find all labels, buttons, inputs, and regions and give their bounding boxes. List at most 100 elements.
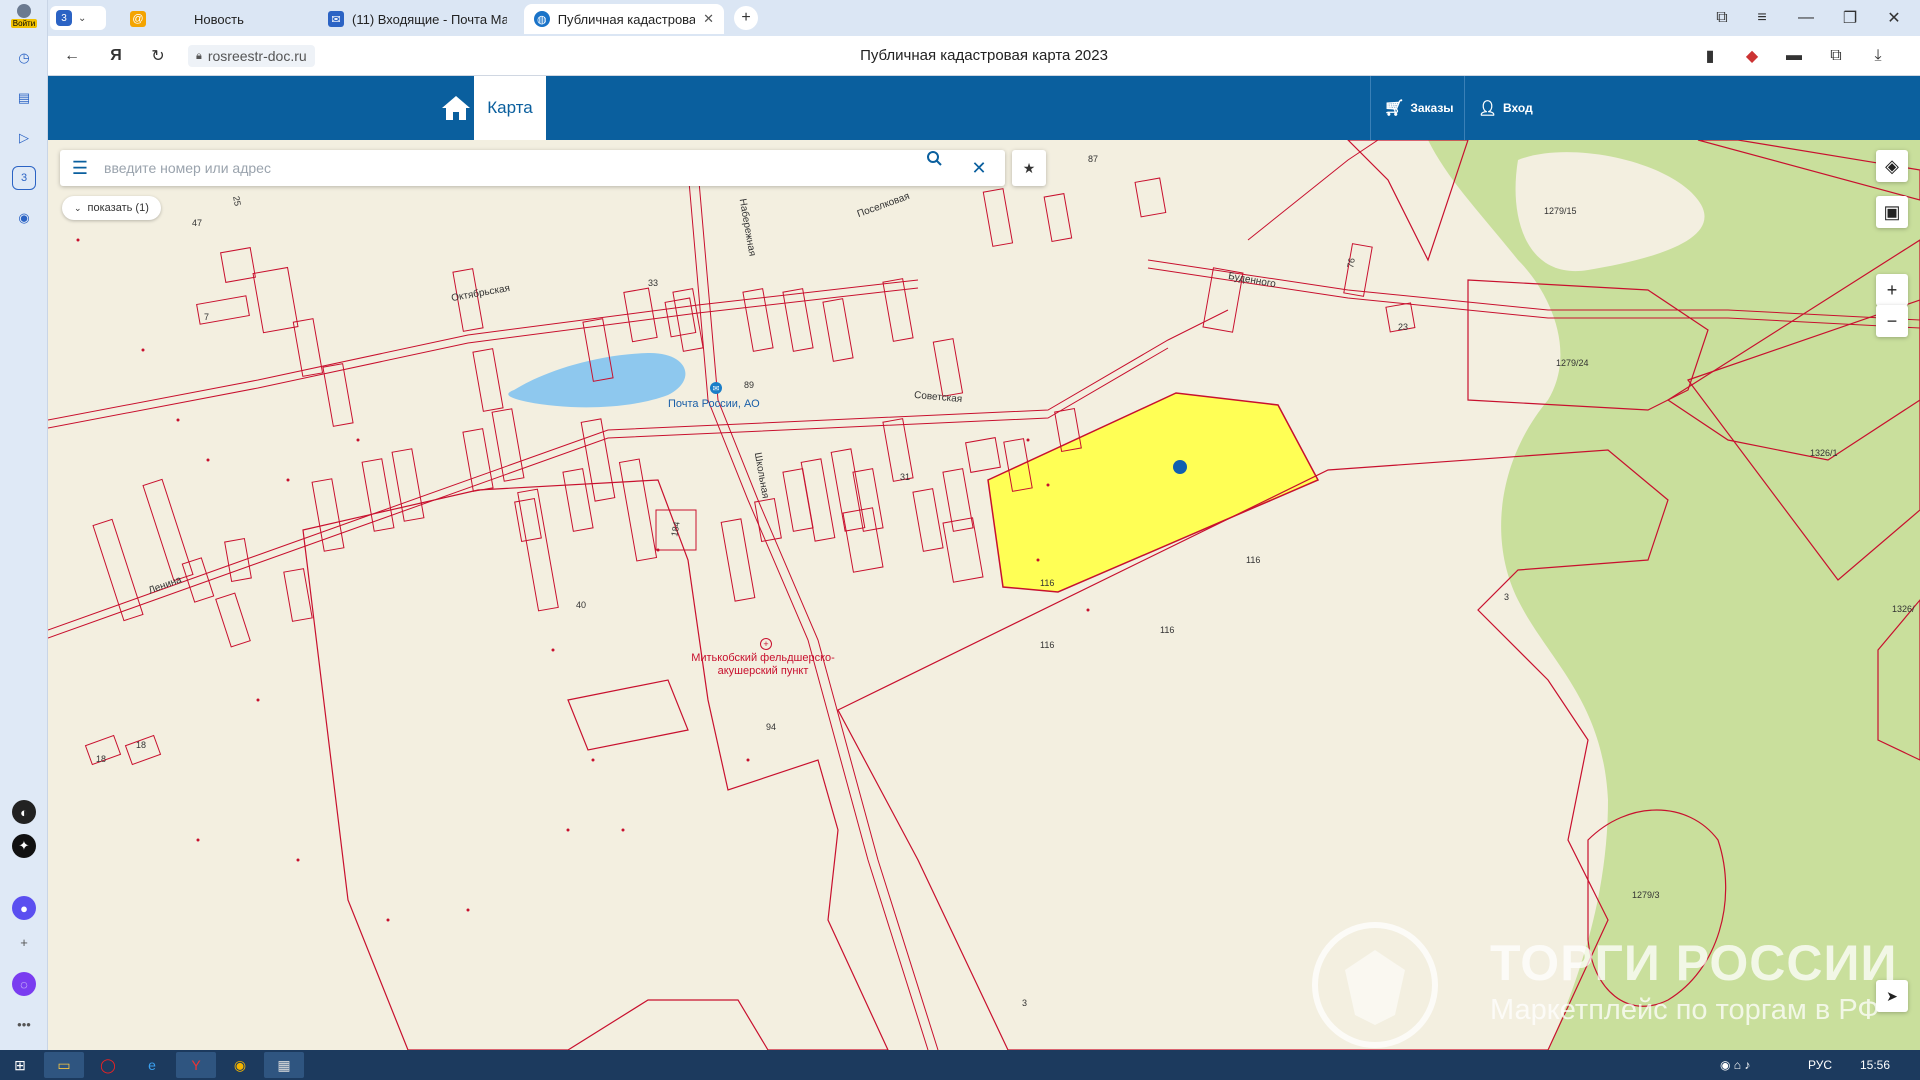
screenshot-icon[interactable]: ⧉ [1822,42,1850,70]
profile-avatar[interactable]: Войти [8,4,40,32]
house-number: 23 [1398,322,1409,332]
close-tab-icon[interactable]: ✕ [703,11,714,27]
tab-cadastral[interactable]: ◍ Публичная кадастрова ✕ [524,4,724,34]
site-header: Карта 🛒︎ Заказы 👤︎ Вход [48,76,1920,140]
forest-area [1428,140,1920,1050]
house-number: 33 [648,278,659,288]
selected-parcel [987,392,1320,593]
ie-icon[interactable]: e [132,1052,172,1078]
parcel-label: 116 [1040,578,1055,588]
parcel-label: 116 [1246,555,1261,565]
yandex-browser-icon[interactable]: Y [176,1052,216,1078]
parcel-label: 94 [766,722,777,732]
house-number: 25 [231,195,243,207]
protect-icon[interactable]: ▬ [1780,42,1808,70]
language-indicator[interactable]: РУС [1808,1058,1832,1072]
minimize-icon[interactable]: — [1792,4,1820,32]
taskbar: ⊞ ▭ ◯ e Y ◉ ▦ ◉ ⌂ ♪ РУС 15:56 [0,1050,1920,1080]
parcel-marker [1173,460,1187,474]
zoom-in-button[interactable]: + [1876,274,1908,306]
zoom-out-button[interactable]: − [1876,305,1908,337]
divider [1464,76,1465,140]
user-icon: 👤︎ [1478,100,1498,117]
explorer-icon[interactable]: ▭ [44,1052,84,1078]
camera-icon[interactable]: ◉ [12,206,36,230]
start-button[interactable]: ⊞ [0,1052,40,1078]
poi-label: Митькобский фельдшерско-акушерский пункт [691,652,835,677]
home-icon [442,96,470,120]
video-icon[interactable]: ▷ [12,126,36,150]
hospital-icon[interactable]: + [760,638,772,650]
sparkle-icon[interactable]: ✦ [12,834,36,858]
restore-icon[interactable]: ❐ [1836,4,1864,32]
layers-button[interactable]: ◈ [1876,150,1908,182]
cadastral-map[interactable]: Октябрьская Советская Ленина Набережная … [48,140,1920,1050]
menu-icon[interactable]: ☰ [60,150,100,186]
alice-icon[interactable]: ◐ [12,800,36,824]
orders-link[interactable]: 🛒︎ Заказы [1384,76,1454,140]
show-results-label: показать (1) [87,202,149,214]
map-type-button[interactable]: ▣ [1876,196,1908,228]
search-input[interactable] [104,156,924,180]
bookmark-icon[interactable]: ▮ [1696,42,1724,70]
watermark-title: ТОРГИ РОССИИ [1490,935,1898,991]
extension-icon[interactable]: ◆ [1738,42,1766,70]
add-panel-icon[interactable]: + [12,930,36,954]
tray-icons[interactable]: ◉ ⌂ ♪ [1720,1058,1750,1072]
opera-icon[interactable]: ◯ [88,1052,128,1078]
tab-news[interactable]: @ Новость [120,4,300,34]
map-icon: ▣ [1883,201,1901,222]
house-number: 31 [900,472,911,482]
show-results-button[interactable]: ⌄ показать (1) [62,196,161,220]
house-number: 87 [1088,154,1099,164]
tab-group-switcher[interactable]: 3 ⌄ [50,6,106,30]
watermark: ТОРГИ РОССИИ Маркетплейс по торгам в РФ [1310,920,1910,1050]
post-office-icon[interactable]: ✉ [710,382,722,394]
house-number: 89 [744,380,755,390]
new-tab-button[interactable]: + [734,6,758,30]
download-icon[interactable]: ⤓ [1864,42,1892,70]
collections-icon[interactable]: ▤ [12,86,36,110]
mail-icon: ✉ [328,11,344,27]
close-window-icon[interactable]: ✕ [1880,4,1908,32]
parcel-label: 3 [1022,998,1028,1008]
poi-label: Почта России, АО [668,398,760,410]
tab-group-count: 3 [56,10,72,26]
clock[interactable]: 15:56 [1860,1058,1890,1072]
watermark-subtitle: Маркетплейс по торгам в РФ [1490,994,1880,1026]
house-number: 47 [192,218,203,228]
tab-bar: 3 ⌄ @ Новость ✉ (11) Входящие - Почта Ма… [48,0,1920,36]
house-number: 18 [96,754,107,764]
cart-icon: 🛒︎ [1384,100,1405,117]
login-link[interactable]: 👤︎ Вход [1478,76,1533,140]
clear-search-button[interactable]: ✕ [962,150,996,186]
chrome-icon[interactable]: ◉ [220,1052,260,1078]
parcel-label: 40 [576,600,587,610]
counter-icon[interactable]: 3 [12,166,36,190]
tab-mail[interactable]: ✉ (11) Входящие - Почта Ма [318,4,518,34]
parcel-label: 116 [1160,625,1175,635]
parcel-label: 1326/ [1892,604,1915,614]
parcel-label: 1279/15 [1544,206,1577,216]
search-button[interactable] [926,150,960,186]
bookmarks-panel-icon[interactable]: ⧉ [1708,4,1736,32]
house-number: 18 [136,740,147,750]
parcel-label: 116 [1040,640,1055,650]
menu-icon[interactable]: ≡ [1748,4,1776,32]
tab-map[interactable]: Карта [474,76,546,140]
pond [508,352,686,408]
login-badge: Войти [10,19,38,28]
layers-icon: ◈ [1885,155,1899,176]
more-icon[interactable]: ••• [12,1012,36,1036]
divider [1370,76,1371,140]
history-icon[interactable]: ◷ [12,46,36,70]
map-canvas[interactable] [48,140,1920,1050]
assistant-icon[interactable]: ◌ [12,972,36,996]
favorites-button[interactable]: ★ [1012,150,1046,186]
orders-label: Заказы [1410,101,1454,115]
search-bar: ☰ ✕ [60,150,1005,186]
login-label: Вход [1503,101,1533,115]
messenger-icon[interactable]: ● [12,896,36,920]
chevron-down-icon: ⌄ [78,12,87,24]
app-icon[interactable]: ▦ [264,1052,304,1078]
